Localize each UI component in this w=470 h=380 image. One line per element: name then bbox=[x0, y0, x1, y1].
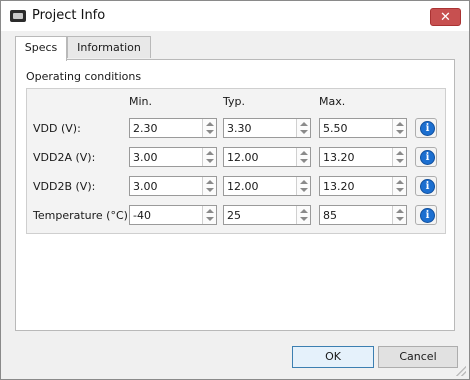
vdd-min-spinbox[interactable]: 2.30 bbox=[129, 118, 217, 138]
spinbox-value: 5.50 bbox=[323, 122, 348, 135]
window-title: Project Info bbox=[32, 8, 106, 23]
arrow-up-icon[interactable] bbox=[206, 180, 214, 184]
spinbox-arrows[interactable] bbox=[202, 206, 216, 224]
close-button[interactable]: ✕ bbox=[430, 8, 461, 26]
spinbox-value: -40 bbox=[133, 209, 151, 222]
spinbox-value: 13.20 bbox=[323, 180, 355, 193]
operating-conditions-group: Min. Typ. Max. VDD (V): 2.30 3.30 5.50 i… bbox=[26, 88, 446, 234]
arrow-down-icon[interactable] bbox=[396, 130, 404, 134]
spinbox-value: 25 bbox=[227, 209, 241, 222]
arrow-up-icon[interactable] bbox=[206, 122, 214, 126]
specs-panel: Operating conditions Min. Typ. Max. VDD … bbox=[15, 59, 455, 331]
app-icon bbox=[10, 10, 26, 22]
arrow-down-icon[interactable] bbox=[300, 159, 308, 163]
arrow-up-icon[interactable] bbox=[396, 151, 404, 155]
info-icon: i bbox=[420, 208, 435, 223]
temperature-max-spinbox[interactable]: 85 bbox=[319, 205, 407, 225]
info-icon: i bbox=[420, 150, 435, 165]
spinbox-arrows[interactable] bbox=[296, 119, 310, 137]
resize-grip-icon[interactable] bbox=[456, 366, 466, 376]
title-bar[interactable]: Project Info ✕ bbox=[1, 1, 469, 31]
arrow-up-icon[interactable] bbox=[300, 209, 308, 213]
arrow-down-icon[interactable] bbox=[396, 188, 404, 192]
vdd2a-typ-spinbox[interactable]: 12.00 bbox=[223, 147, 311, 167]
cancel-button[interactable]: Cancel bbox=[378, 346, 458, 368]
spinbox-value: 85 bbox=[323, 209, 337, 222]
info-icon: i bbox=[420, 179, 435, 194]
arrow-up-icon[interactable] bbox=[300, 122, 308, 126]
spinbox-value: 13.20 bbox=[323, 151, 355, 164]
vdd2b-min-spinbox[interactable]: 3.00 bbox=[129, 176, 217, 196]
spinbox-arrows[interactable] bbox=[296, 148, 310, 166]
vdd2b-max-spinbox[interactable]: 13.20 bbox=[319, 176, 407, 196]
spinbox-arrows[interactable] bbox=[392, 206, 406, 224]
info-icon: i bbox=[420, 121, 435, 136]
arrow-down-icon[interactable] bbox=[300, 130, 308, 134]
project-info-dialog: Project Info ✕ Specs Information Operati… bbox=[0, 0, 470, 380]
tab-strip: Specs Information bbox=[15, 36, 455, 61]
temperature-typ-spinbox[interactable]: 25 bbox=[223, 205, 311, 225]
arrow-up-icon[interactable] bbox=[396, 180, 404, 184]
spinbox-arrows[interactable] bbox=[296, 177, 310, 195]
vdd-max-spinbox[interactable]: 5.50 bbox=[319, 118, 407, 138]
arrow-up-icon[interactable] bbox=[396, 122, 404, 126]
arrow-up-icon[interactable] bbox=[396, 209, 404, 213]
spinbox-arrows[interactable] bbox=[392, 148, 406, 166]
temperature-min-spinbox[interactable]: -40 bbox=[129, 205, 217, 225]
vdd2a-info-button[interactable]: i bbox=[415, 147, 437, 167]
arrow-down-icon[interactable] bbox=[206, 188, 214, 192]
arrow-up-icon[interactable] bbox=[206, 151, 214, 155]
column-header-min: Min. bbox=[129, 95, 153, 108]
spinbox-value: 12.00 bbox=[227, 180, 259, 193]
arrow-down-icon[interactable] bbox=[206, 130, 214, 134]
arrow-down-icon[interactable] bbox=[206, 159, 214, 163]
spinbox-arrows[interactable] bbox=[202, 177, 216, 195]
group-title: Operating conditions bbox=[26, 70, 142, 83]
spinbox-arrows[interactable] bbox=[202, 148, 216, 166]
spinbox-value: 3.00 bbox=[133, 180, 158, 193]
vdd2a-min-spinbox[interactable]: 3.00 bbox=[129, 147, 217, 167]
spinbox-value: 12.00 bbox=[227, 151, 259, 164]
column-header-max: Max. bbox=[319, 95, 346, 108]
vdd-info-button[interactable]: i bbox=[415, 118, 437, 138]
vdd2a-max-spinbox[interactable]: 13.20 bbox=[319, 147, 407, 167]
arrow-up-icon[interactable] bbox=[300, 180, 308, 184]
spinbox-value: 2.30 bbox=[133, 122, 158, 135]
tab-information[interactable]: Information bbox=[67, 36, 151, 58]
vdd-typ-spinbox[interactable]: 3.30 bbox=[223, 118, 311, 138]
vdd2b-typ-spinbox[interactable]: 12.00 bbox=[223, 176, 311, 196]
spinbox-arrows[interactable] bbox=[296, 206, 310, 224]
ok-button[interactable]: OK bbox=[292, 346, 374, 368]
arrow-down-icon[interactable] bbox=[300, 188, 308, 192]
temperature-info-button[interactable]: i bbox=[415, 205, 437, 225]
row-label-temperature: Temperature (°C): bbox=[33, 209, 132, 222]
arrow-down-icon[interactable] bbox=[206, 217, 214, 221]
spinbox-value: 3.00 bbox=[133, 151, 158, 164]
spinbox-arrows[interactable] bbox=[392, 119, 406, 137]
spinbox-arrows[interactable] bbox=[392, 177, 406, 195]
row-label-vdd2a: VDD2A (V): bbox=[33, 151, 96, 164]
row-label-vdd: VDD (V): bbox=[33, 122, 81, 135]
arrow-down-icon[interactable] bbox=[300, 217, 308, 221]
arrow-up-icon[interactable] bbox=[300, 151, 308, 155]
spinbox-arrows[interactable] bbox=[202, 119, 216, 137]
arrow-down-icon[interactable] bbox=[396, 217, 404, 221]
tab-specs[interactable]: Specs bbox=[15, 36, 67, 61]
arrow-up-icon[interactable] bbox=[206, 209, 214, 213]
vdd2b-info-button[interactable]: i bbox=[415, 176, 437, 196]
spinbox-value: 3.30 bbox=[227, 122, 252, 135]
row-label-vdd2b: VDD2B (V): bbox=[33, 180, 96, 193]
column-header-typ: Typ. bbox=[223, 95, 245, 108]
arrow-down-icon[interactable] bbox=[396, 159, 404, 163]
